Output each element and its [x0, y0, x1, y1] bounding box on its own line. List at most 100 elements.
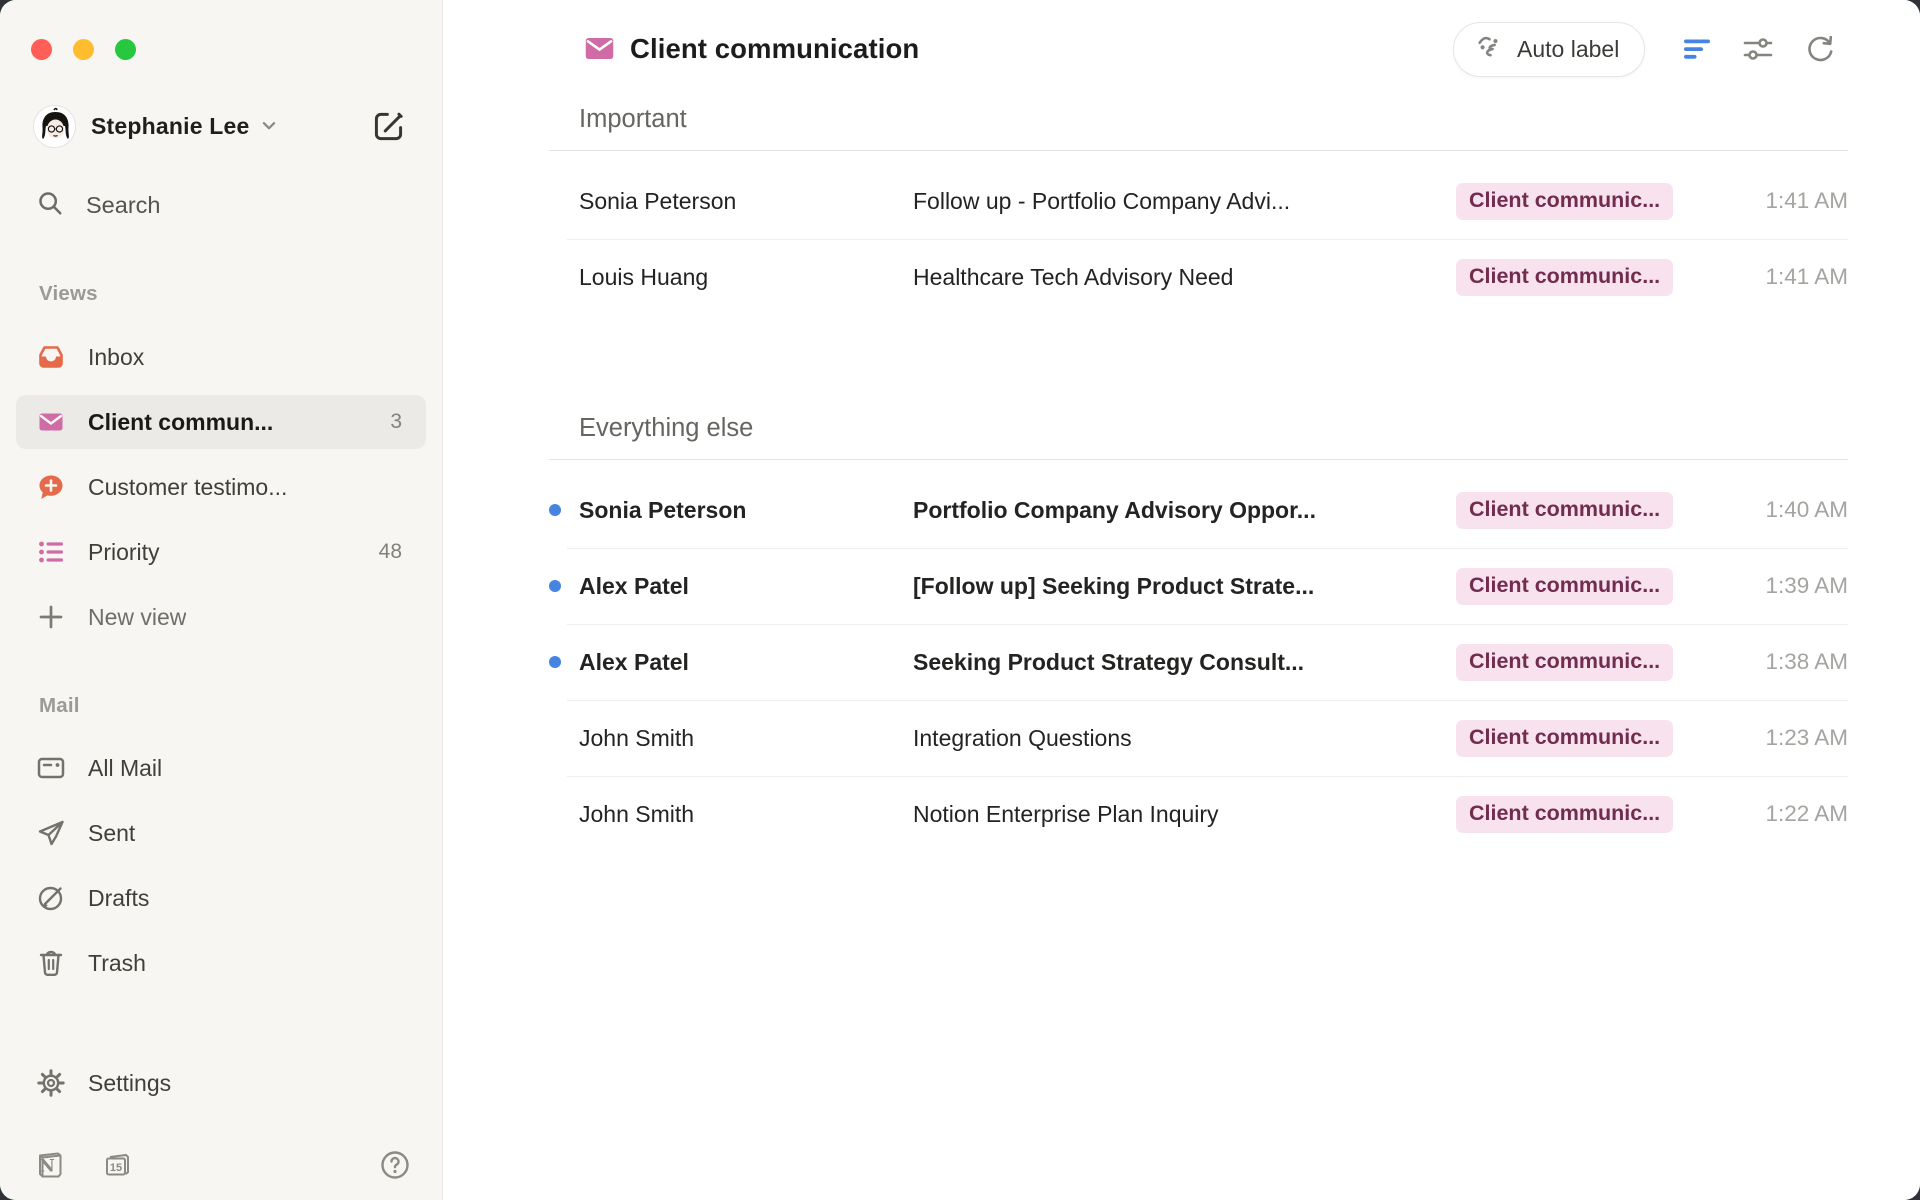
sidebar-item-label: Drafts — [88, 885, 149, 912]
window-controls — [31, 39, 136, 60]
label-tag[interactable]: Client communic... — [1456, 644, 1673, 681]
gear-icon — [36, 1068, 66, 1098]
search-icon — [36, 189, 64, 222]
email-time: 1:38 AM — [1698, 649, 1848, 675]
unread-dot — [549, 656, 561, 668]
settings-group: Settings — [16, 1056, 426, 1121]
sidebar-item-label: Customer testimo... — [88, 474, 287, 501]
email-subject: Seeking Product Strategy Consult... — [913, 649, 1456, 676]
chat-bubble-plus-icon — [36, 472, 66, 502]
unread-dot — [549, 580, 561, 592]
sidebar-item-all-mail[interactable]: All Mail — [16, 741, 426, 795]
email-time: 1:39 AM — [1698, 573, 1848, 599]
email-sender: Alex Patel — [579, 649, 913, 676]
email-time: 1:41 AM — [1698, 264, 1848, 290]
email-sender: John Smith — [579, 725, 913, 752]
email-sender: Alex Patel — [579, 573, 913, 600]
minimize-window-button[interactable] — [73, 39, 94, 60]
search-label: Search — [86, 192, 160, 219]
label-tag[interactable]: Client communic... — [1456, 183, 1673, 220]
email-row[interactable]: Sonia Peterson Portfolio Company Advisor… — [549, 472, 1848, 548]
sidebar-item-new-view[interactable]: New view — [16, 590, 426, 644]
draft-pencil-circle-icon — [36, 883, 66, 913]
unread-dot — [549, 504, 561, 516]
all-mail-icon — [36, 753, 66, 783]
email-row[interactable]: John Smith Integration Questions Client … — [549, 700, 1848, 776]
section-title: Everything else — [549, 409, 1848, 447]
label-tag[interactable]: Client communic... — [1456, 259, 1673, 296]
sliders-icon[interactable] — [1739, 30, 1777, 68]
priority-count-badge: 48 — [379, 540, 402, 564]
sidebar-item-label: Client commun... — [88, 409, 273, 436]
envelope-icon — [36, 407, 66, 437]
email-subject: Portfolio Company Advisory Oppor... — [913, 497, 1456, 524]
email-sender: Louis Huang — [579, 264, 913, 291]
sidebar-item-sent[interactable]: Sent — [16, 806, 426, 860]
email-row[interactable]: Louis Huang Healthcare Tech Advisory Nee… — [549, 239, 1848, 315]
notion-logo-icon[interactable]: N — [33, 1148, 67, 1182]
label-tag[interactable]: Client communic... — [1456, 796, 1673, 833]
email-subject: Follow up - Portfolio Company Advi... — [913, 188, 1456, 215]
email-row[interactable]: Alex Patel [Follow up] Seeking Product S… — [549, 548, 1848, 624]
app-window: Stephanie Lee Search Views — [0, 0, 1920, 1200]
email-row[interactable]: Alex Patel Seeking Product Strategy Cons… — [549, 624, 1848, 700]
auto-label-face-icon — [1474, 32, 1505, 68]
sidebar-item-label: Priority — [88, 539, 160, 566]
zoom-window-button[interactable] — [115, 39, 136, 60]
sidebar-item-inbox[interactable]: Inbox — [16, 330, 426, 384]
email-row[interactable]: Sonia Peterson Follow up - Portfolio Com… — [549, 163, 1848, 239]
email-row[interactable]: John Smith Notion Enterprise Plan Inquir… — [549, 776, 1848, 852]
sidebar-item-priority[interactable]: Priority 48 — [16, 525, 426, 579]
email-time: 1:23 AM — [1698, 725, 1848, 751]
main-panel: Client communication Auto label — [444, 0, 1920, 1200]
svg-text:15: 15 — [110, 1162, 122, 1174]
sidebar-item-customer-testimonials[interactable]: Customer testimo... — [16, 460, 426, 514]
envelope-icon — [583, 32, 616, 70]
inbox-icon — [36, 342, 66, 372]
email-time: 1:22 AM — [1698, 801, 1848, 827]
sidebar-item-label: Trash — [88, 950, 146, 977]
views-section-label: Views — [39, 282, 98, 306]
sidebar-item-label: Sent — [88, 820, 135, 847]
plus-icon — [36, 602, 66, 632]
section-everything-else: Everything else Sonia Peterson Portfolio… — [549, 409, 1848, 852]
auto-label-button[interactable]: Auto label — [1453, 22, 1645, 77]
email-subject: Integration Questions — [913, 725, 1456, 752]
search-input[interactable]: Search — [36, 186, 160, 224]
compose-icon[interactable] — [370, 108, 406, 144]
email-sender: Sonia Peterson — [579, 497, 913, 524]
sidebar: Stephanie Lee Search Views — [0, 0, 443, 1200]
label-tag[interactable]: Client communic... — [1456, 492, 1673, 529]
page-title: Client communication — [630, 33, 919, 65]
account-switcher[interactable]: Stephanie Lee — [33, 104, 416, 148]
email-time: 1:41 AM — [1698, 188, 1848, 214]
refresh-icon[interactable] — [1800, 30, 1838, 68]
chevron-down-icon — [260, 117, 278, 135]
label-tag[interactable]: Client communic... — [1456, 720, 1673, 757]
filter-icon[interactable] — [1678, 30, 1716, 68]
sidebar-item-label: Inbox — [88, 344, 144, 371]
calendar-icon[interactable]: 15 — [100, 1148, 134, 1182]
email-sender: John Smith — [579, 801, 913, 828]
close-window-button[interactable] — [31, 39, 52, 60]
sidebar-item-trash[interactable]: Trash — [16, 936, 426, 990]
mail-section-label: Mail — [39, 694, 80, 718]
sidebar-footer: N 15 — [33, 1146, 412, 1184]
label-tag[interactable]: Client communic... — [1456, 568, 1673, 605]
sidebar-item-client-communication[interactable]: Client commun... 3 — [16, 395, 426, 449]
trash-icon — [36, 948, 66, 978]
bullet-list-icon — [36, 537, 66, 567]
help-icon[interactable] — [378, 1148, 412, 1182]
email-subject: Notion Enterprise Plan Inquiry — [913, 801, 1456, 828]
email-sender: Sonia Peterson — [579, 188, 913, 215]
auto-label-button-label: Auto label — [1517, 36, 1619, 63]
unread-count-badge: 3 — [390, 410, 402, 434]
svg-text:N: N — [39, 1157, 55, 1177]
user-name: Stephanie Lee — [91, 113, 250, 140]
sidebar-item-drafts[interactable]: Drafts — [16, 871, 426, 925]
sidebar-item-settings[interactable]: Settings — [16, 1056, 426, 1110]
section-important: Important Sonia Peterson Follow up - Por… — [549, 100, 1848, 315]
sidebar-item-label: New view — [88, 604, 186, 631]
mail-nav-group: All Mail Sent Drafts — [16, 741, 426, 1001]
email-subject: [Follow up] Seeking Product Strate... — [913, 573, 1456, 600]
